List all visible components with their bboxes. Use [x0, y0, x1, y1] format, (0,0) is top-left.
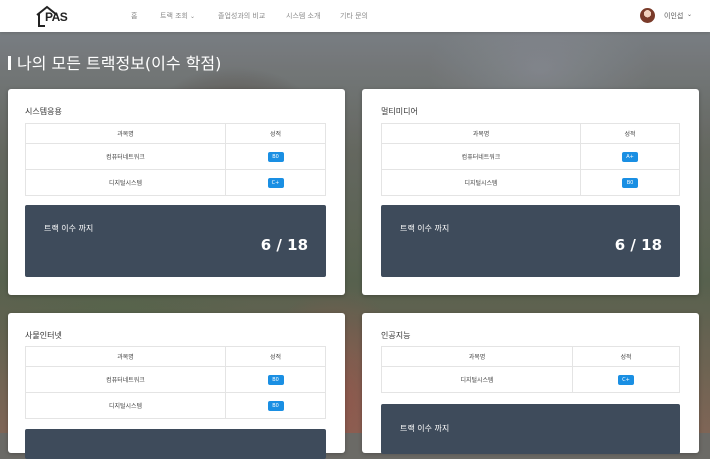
- track-title: 멀티미디어: [381, 107, 418, 116]
- grade-badge: B0: [267, 374, 284, 385]
- course-header: 과목명: [25, 346, 226, 367]
- grade-badge: B0: [267, 400, 284, 411]
- page-title: 나의 모든 트랙정보(이수 학점): [8, 50, 221, 74]
- course-header: 과목명: [381, 346, 573, 367]
- course-name: 디지털시스템: [381, 169, 581, 196]
- course-table: 과목명 성적 컴퓨터네트워크 A+ 디지털시스템 B0: [381, 123, 680, 196]
- track-card: 사물인터넷 과목명 성적 컴퓨터네트워크 B0 디지털시스템 B0: [8, 313, 345, 459]
- table-row: 디지털시스템 C+: [381, 366, 680, 393]
- table-row: 디지털시스템 C+: [25, 169, 326, 196]
- summary-label: 트랙 이수 까지: [400, 224, 450, 233]
- chevron-down-icon: ⌄: [190, 13, 196, 20]
- summary-label: 트랙 이수 까지: [44, 224, 94, 233]
- nav-graduation-compare[interactable]: 졸업성과의 비교: [218, 11, 265, 21]
- track-card: 인공지능 과목명 성적 디지털시스템 C+ 트랙 이수 까지: [362, 313, 699, 454]
- track-card: 멀티미디어 과목명 성적 컴퓨터네트워크 A+ 디지털시스템 B0 트랙 이수 까지 …: [362, 89, 699, 295]
- course-name: 컴퓨터네트워크: [25, 366, 226, 393]
- nav-other-inquiry[interactable]: 기타 문의: [340, 11, 368, 21]
- course-name: 디지털시스템: [25, 392, 226, 419]
- table-row: 디지털시스템 B0: [25, 392, 326, 419]
- course-name: 디지털시스템: [25, 169, 226, 196]
- course-header: 과목명: [25, 123, 226, 144]
- chevron-down-icon: ⌄: [687, 11, 693, 18]
- nav-system-intro[interactable]: 시스템 소개: [286, 11, 320, 21]
- top-navbar: PAS 홈 트랙 조회 ⌄ 졸업성과의 비교 시스템 소개 기타 문의 이인섭 ⌄: [0, 0, 710, 32]
- title-accent-bar: [8, 56, 11, 70]
- table-row: 컴퓨터네트워크 B0: [25, 366, 326, 393]
- track-title: 인공지능: [381, 331, 411, 340]
- nav-track-lookup[interactable]: 트랙 조회 ⌄: [160, 11, 195, 21]
- grade-badge: B0: [622, 177, 638, 188]
- table-row: 디지털시스템 B0: [381, 169, 680, 196]
- track-summary: 트랙 이수 까지 6 / 18: [25, 205, 326, 277]
- grade-header: 성적: [225, 123, 326, 144]
- grade-badge: C+: [618, 374, 634, 385]
- grade-badge: C+: [267, 177, 284, 188]
- grade-badge: B0: [267, 151, 284, 162]
- user-name: 이인섭: [664, 12, 684, 20]
- summary-progress: 6 / 18: [260, 236, 308, 254]
- course-header: 과목명: [381, 123, 581, 144]
- table-row: 컴퓨터네트워크 B0: [25, 143, 326, 170]
- track-summary: 트랙 이수 까지: [381, 404, 680, 454]
- summary-label: 트랙 이수 까지: [400, 424, 450, 433]
- course-table: 과목명 성적 컴퓨터네트워크 B0 디지털시스템 C+: [25, 123, 326, 196]
- course-name: 디지털시스템: [381, 366, 573, 393]
- track-card: 시스템응용 과목명 성적 컴퓨터네트워크 B0 디지털시스템 C+ 트랙 이수 까지 …: [8, 89, 345, 295]
- grade-header: 성적: [225, 346, 326, 367]
- grade-header: 성적: [580, 123, 680, 144]
- course-table: 과목명 성적 디지털시스템 C+: [381, 346, 680, 393]
- logo-text[interactable]: PAS: [45, 10, 68, 24]
- grade-header: 성적: [572, 346, 680, 367]
- track-title: 시스템응용: [25, 107, 62, 116]
- nav-home[interactable]: 홈: [131, 11, 137, 21]
- track-summary: [25, 429, 326, 459]
- course-name: 컴퓨터네트워크: [25, 143, 226, 170]
- track-summary: 트랙 이수 까지 6 / 18: [381, 205, 680, 277]
- grade-badge: A+: [622, 151, 638, 162]
- summary-progress: 6 / 18: [614, 236, 662, 254]
- table-row: 컴퓨터네트워크 A+: [381, 143, 680, 170]
- avatar: [640, 8, 655, 23]
- track-title: 사물인터넷: [25, 331, 62, 340]
- course-name: 컴퓨터네트워크: [381, 143, 581, 170]
- course-table: 과목명 성적 컴퓨터네트워크 B0 디지털시스템 B0: [25, 346, 326, 419]
